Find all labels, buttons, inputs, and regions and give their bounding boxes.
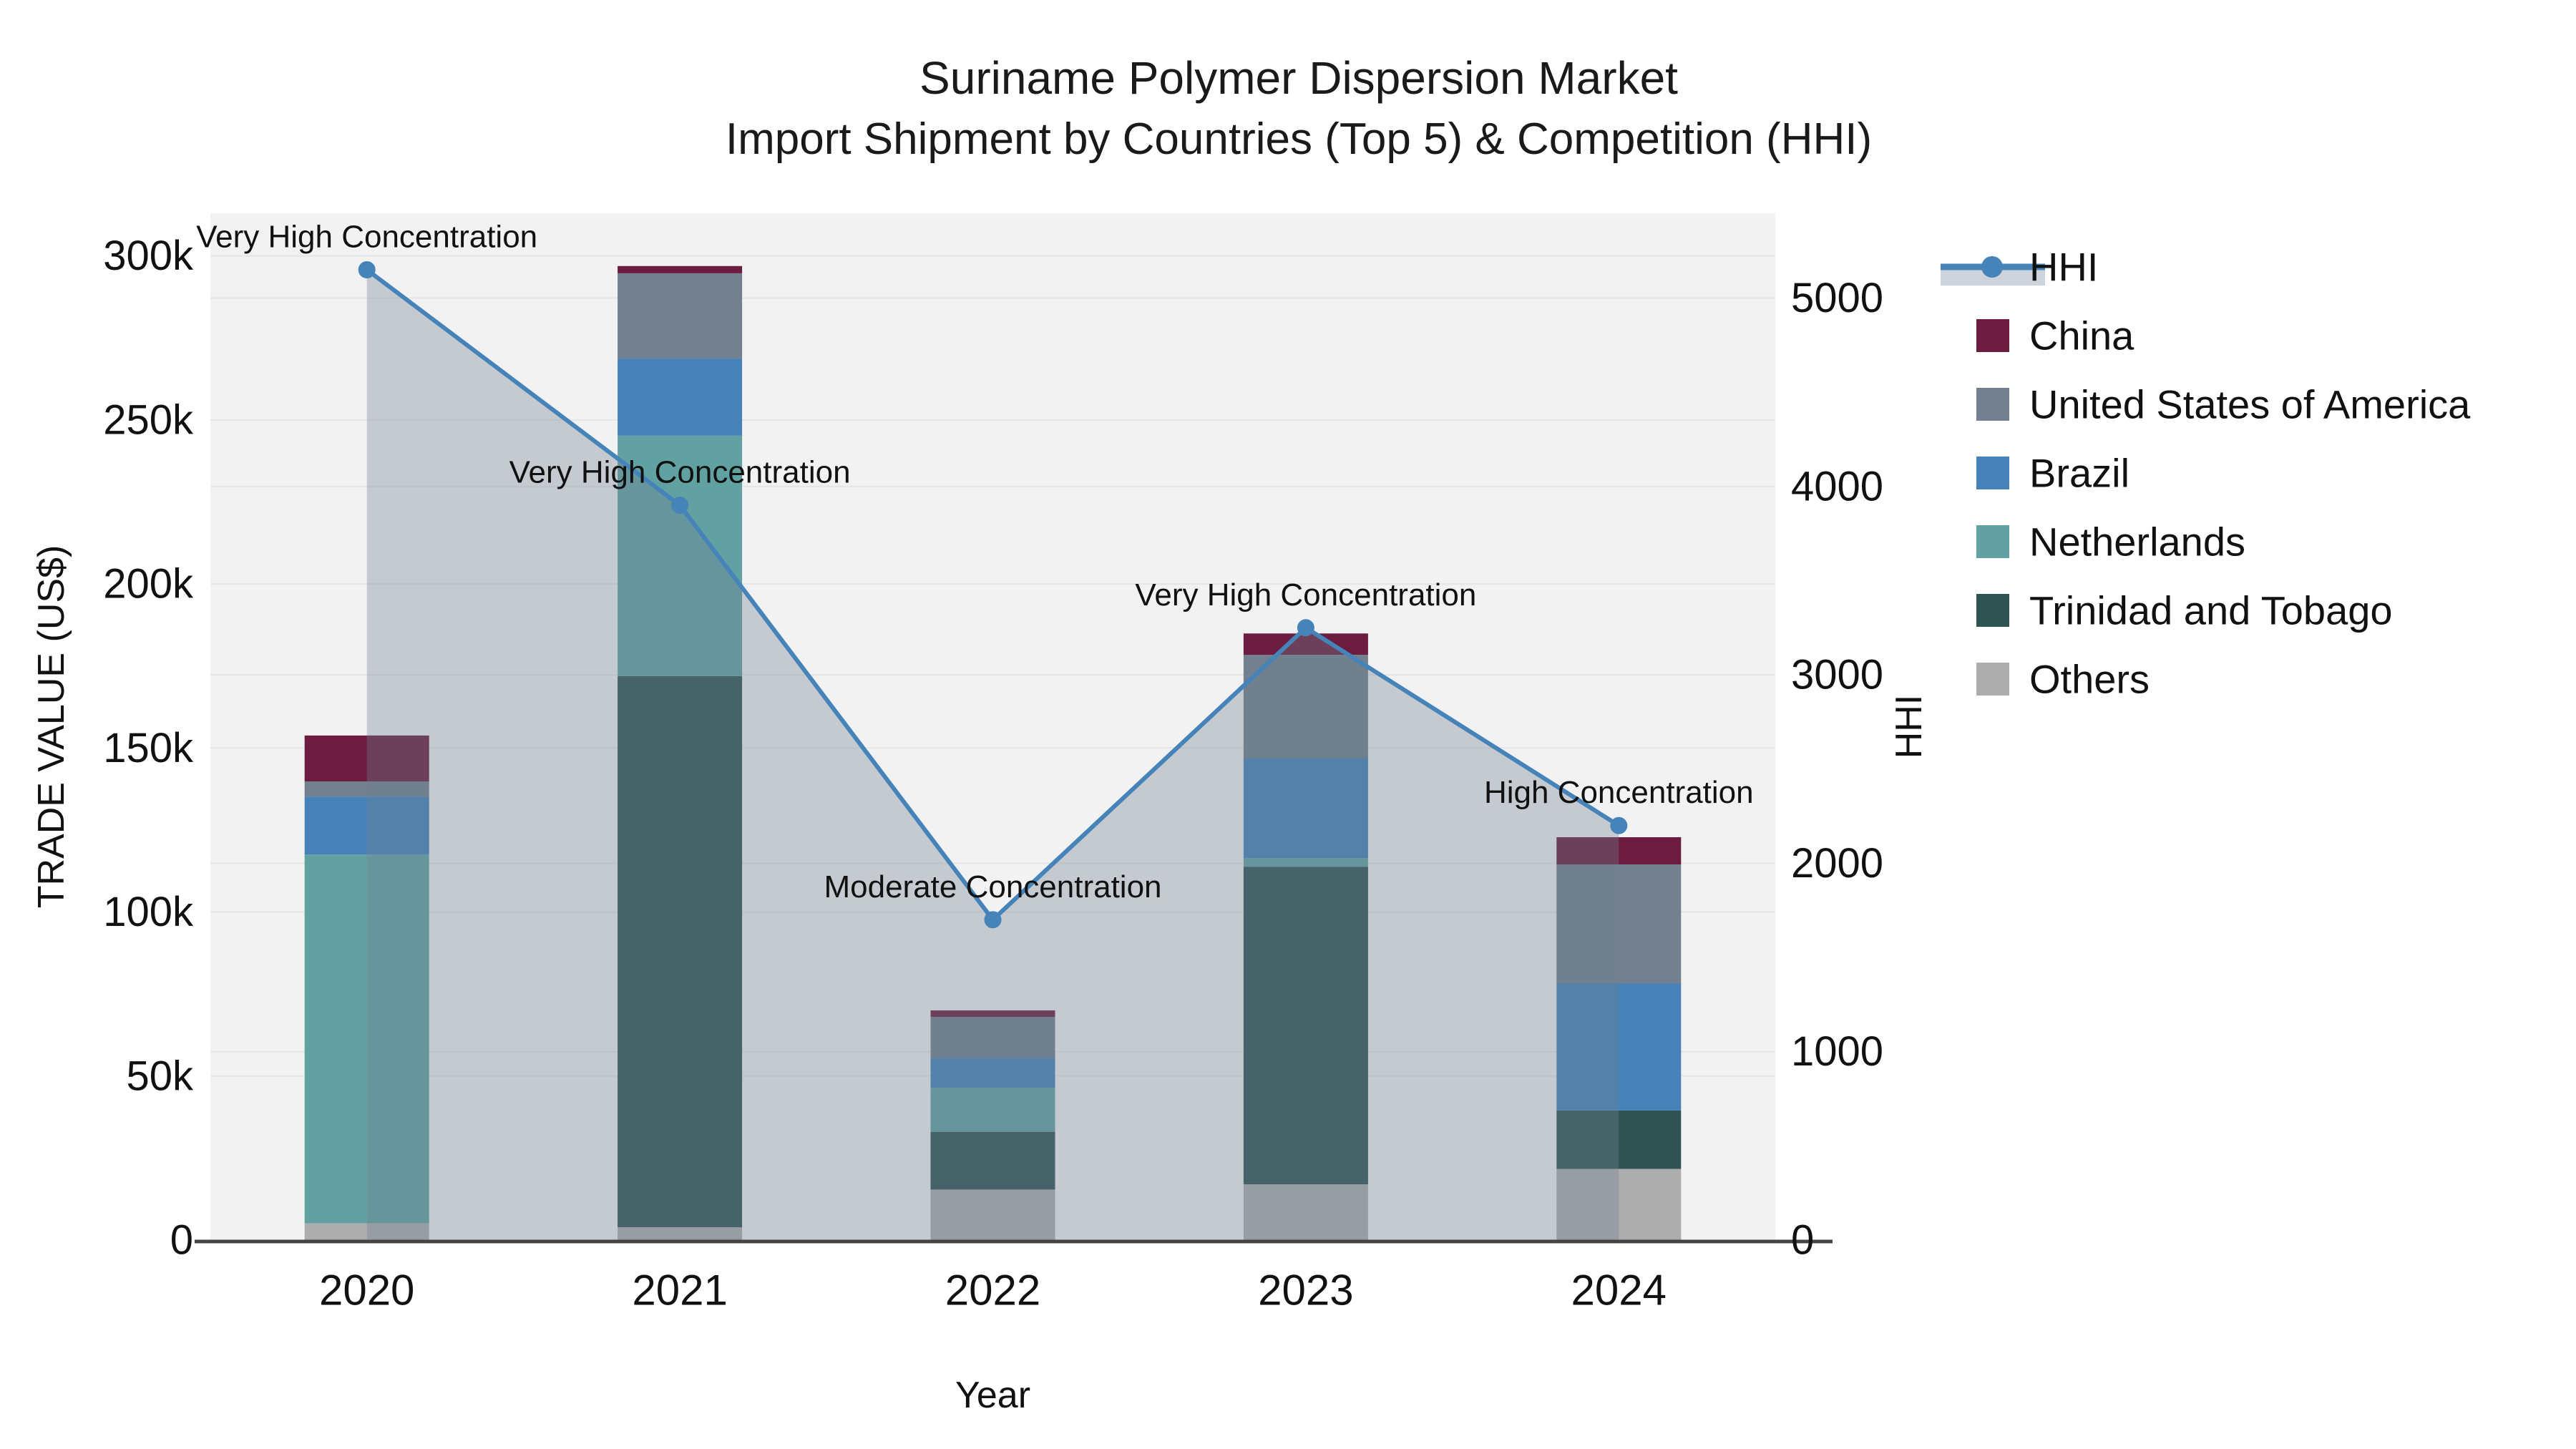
y-right-tick-label: 1000: [1791, 1028, 1883, 1075]
legend-swatch-icon: [1976, 388, 2009, 421]
y-left-tick-label: 150k: [103, 725, 194, 771]
bar-segment-brazil-2021[interactable]: [618, 358, 743, 436]
chart-canvas: Very High Concentration Very High Concent…: [31, 213, 2471, 1416]
legend-swatch-icon: [1976, 594, 2009, 627]
legend-item-united-states-of-america[interactable]: United States of America: [1976, 382, 2471, 427]
legend-label: United States of America: [2029, 382, 2471, 427]
hhi-marker-2021[interactable]: [671, 497, 689, 514]
x-tick-label-2021: 2021: [632, 1267, 727, 1314]
hhi-marker-2022[interactable]: [984, 911, 1002, 929]
legend-swatch-icon: [1976, 319, 2009, 352]
y-left-tick-label: 250k: [103, 396, 194, 443]
y-left-tick-label: 0: [170, 1217, 193, 1264]
y-left-tick-label: 100k: [103, 889, 194, 935]
legend-label: China: [2029, 313, 2135, 358]
y-left-tick-label: 50k: [126, 1053, 194, 1099]
legend-item-brazil[interactable]: Brazil: [1976, 451, 2129, 496]
hhi-marker-2020[interactable]: [358, 260, 376, 278]
hhi-marker-2024[interactable]: [1610, 816, 1628, 834]
y-left-tick-label: 300k: [103, 233, 194, 279]
legend: HHI China United States of America Brazil Ne…: [1941, 245, 2471, 702]
legend-item-trinidad-and-tobago[interactable]: Trinidad and Tobago: [1976, 588, 2393, 633]
chart-title-line2: Import Shipment by Countries (Top 5) & C…: [725, 114, 1873, 164]
legend-label: Brazil: [2029, 451, 2129, 496]
x-tick-label-2020: 2020: [319, 1267, 414, 1314]
x-tick-label-2022: 2022: [945, 1267, 1040, 1314]
hhi-legend-marker-icon: [1981, 256, 2003, 278]
legend-swatch-icon: [1976, 457, 2009, 489]
y-right-tick-label: 4000: [1791, 463, 1883, 509]
y-right-tick-label: 5000: [1791, 275, 1883, 321]
y-right-axis-title: HHI: [1888, 695, 1930, 759]
annotation-2020: Very High Concentration: [196, 219, 537, 254]
chart-title: Suriname Polymer Dispersion Market Impor…: [726, 47, 1872, 170]
legend-item-china[interactable]: China: [1976, 313, 2135, 358]
annotation-2022: Moderate Concentration: [824, 869, 1161, 904]
legend-item-others[interactable]: Others: [1976, 657, 2150, 702]
chart-title-line1: Suriname Polymer Dispersion Market: [919, 52, 1678, 104]
legend-swatch-icon: [1976, 663, 2009, 696]
legend-label: Trinidad and Tobago: [2029, 588, 2393, 633]
legend-swatch-icon: [1976, 525, 2009, 558]
bar-segment-united-states-of-america-2021[interactable]: [618, 273, 743, 359]
legend-label: Netherlands: [2029, 519, 2245, 565]
y-right-tick-label: 2000: [1791, 840, 1883, 887]
legend-label: HHI: [2029, 245, 2098, 290]
x-axis-title: Year: [955, 1375, 1030, 1416]
y-left-axis-title: TRADE VALUE (US$): [31, 545, 72, 909]
y-right-tick-label: 0: [1791, 1217, 1814, 1264]
figure: Suriname Polymer Dispersion Market Impor…: [0, 0, 2576, 1449]
x-tick-label-2024: 2024: [1571, 1267, 1667, 1314]
y-right-tick-label: 3000: [1791, 652, 1883, 698]
legend-item-hhi[interactable]: HHI: [1941, 245, 2098, 290]
x-tick-label-2023: 2023: [1258, 1267, 1353, 1314]
legend-item-netherlands[interactable]: Netherlands: [1976, 519, 2245, 565]
annotation-2021: Very High Concentration: [509, 455, 851, 490]
y-left-tick-label: 200k: [103, 561, 194, 608]
hhi-marker-2023[interactable]: [1297, 619, 1314, 637]
bar-segment-china-2021[interactable]: [618, 265, 743, 273]
annotation-2023: Very High Concentration: [1135, 577, 1476, 613]
annotation-2024: High Concentration: [1484, 775, 1754, 810]
legend-label: Others: [2029, 657, 2150, 702]
